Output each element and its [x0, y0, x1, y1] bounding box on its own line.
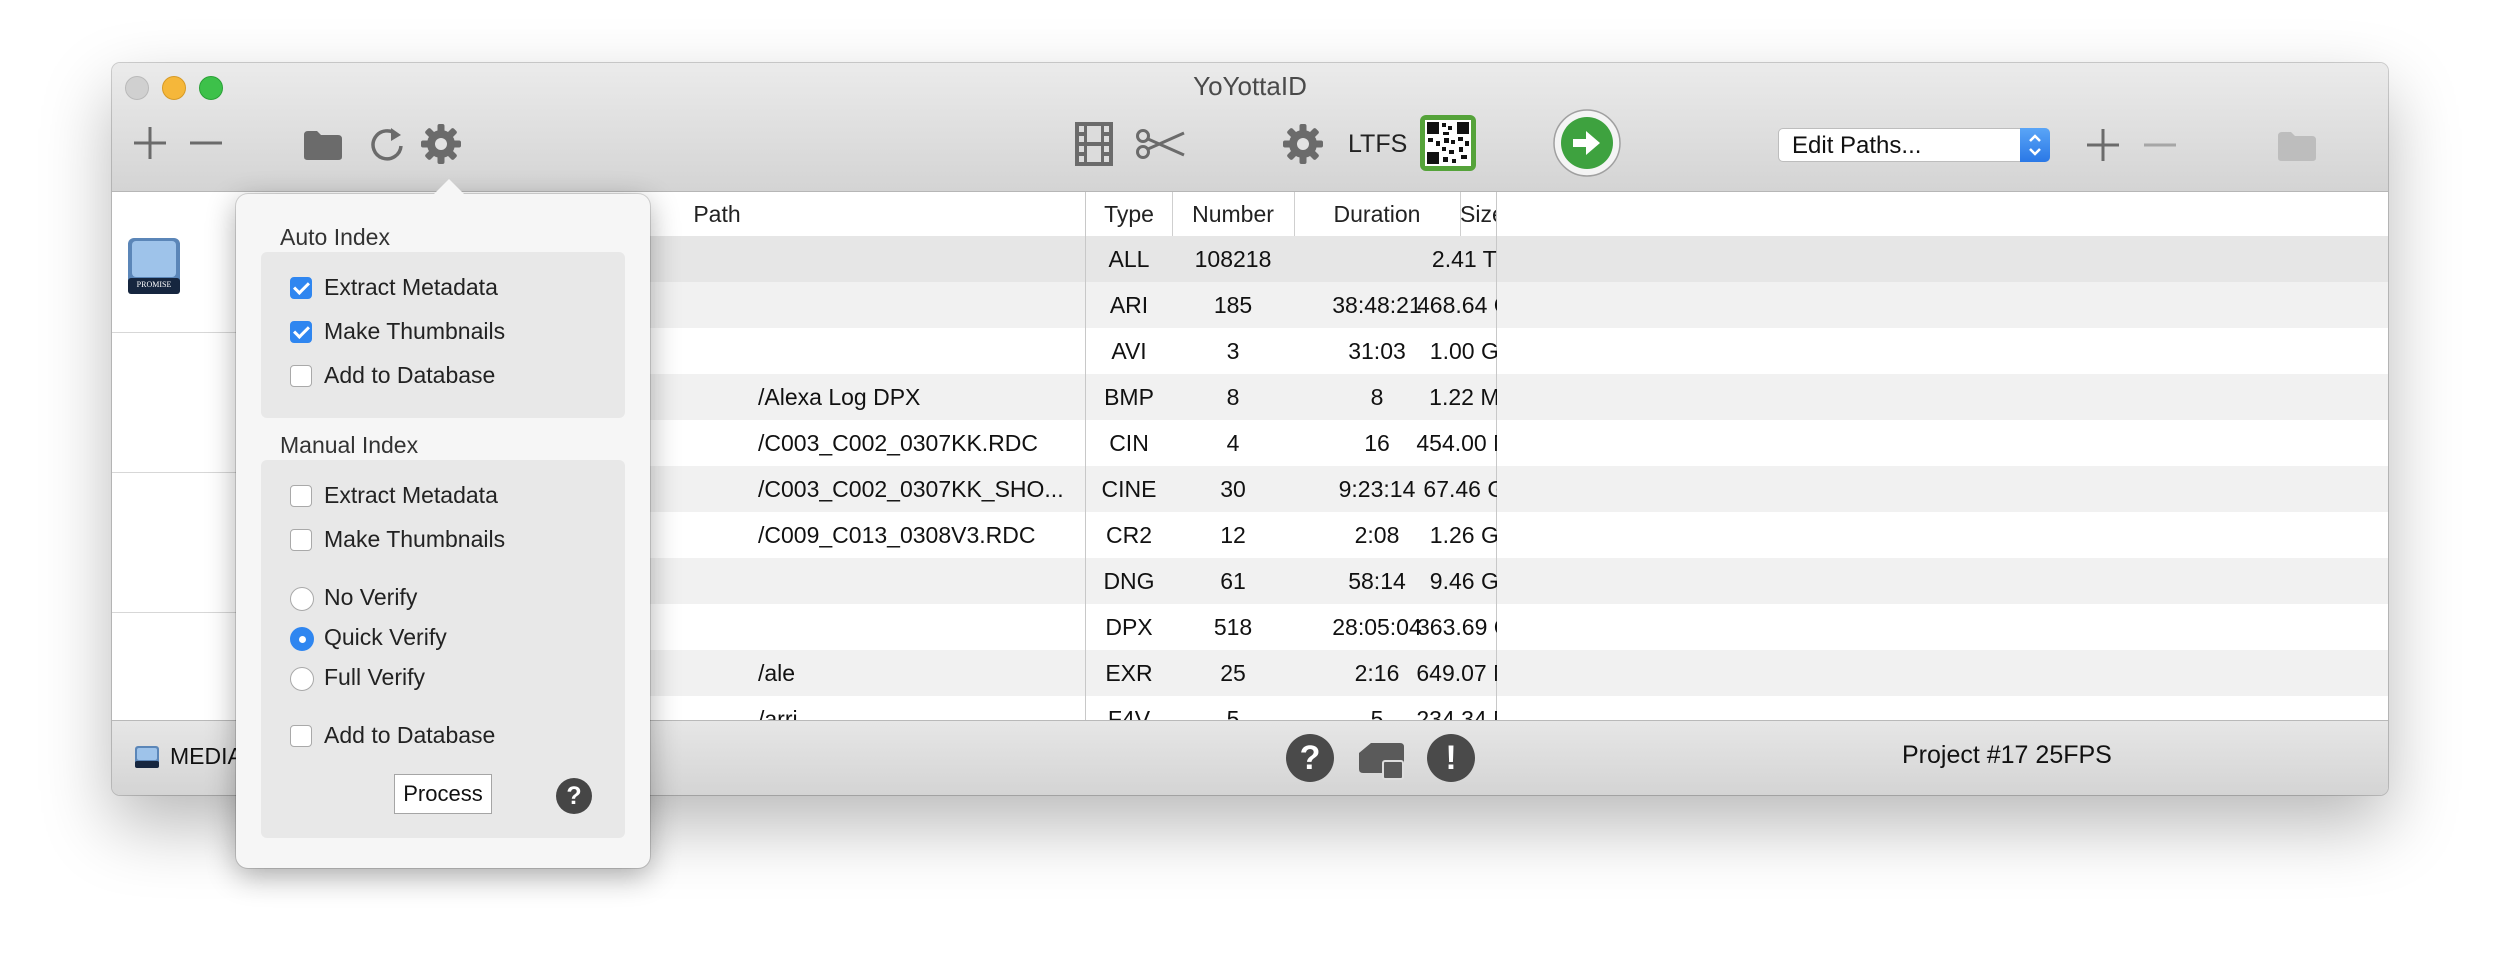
checkbox-label: Extract Metadata — [324, 482, 498, 508]
add-icon[interactable] — [132, 125, 168, 161]
cell-size: 454.00 MB — [1416, 430, 1497, 456]
cell-type: DPX — [1105, 614, 1153, 640]
manual-index-title: Manual Index — [280, 432, 419, 458]
window-title: YoYottaID — [1193, 71, 1307, 101]
cell-type: F4V — [1107, 706, 1151, 720]
title-toolbar: YoYottaID LTFS Edit Paths... — [112, 63, 2388, 192]
checkbox-label: Make Thumbnails — [324, 318, 506, 344]
index-settings-popover: Auto Index Extract Metadata Make Thumbna… — [236, 179, 650, 868]
cell-size: 67.46 GB — [1423, 476, 1497, 502]
checkbox[interactable] — [290, 365, 312, 387]
media-label: MEDIA — [170, 743, 243, 769]
qr-code-icon[interactable] — [1420, 115, 1476, 171]
remove-icon[interactable] — [2142, 127, 2178, 163]
cell-size: 1.26 GB — [1429, 522, 1497, 548]
checkbox-label: Add to Database — [324, 722, 496, 748]
column-separator — [1172, 192, 1173, 236]
cell-size: 9.46 GB — [1429, 568, 1497, 594]
cell-number: 518 — [1213, 614, 1253, 640]
cell-type: ALL — [1108, 246, 1150, 272]
cell-type: ARI — [1109, 292, 1149, 318]
cell-size: 1.22 MB — [1429, 384, 1497, 410]
cell-size: 2.41 TB — [1431, 246, 1497, 272]
cell-size: 234.34 MB — [1416, 706, 1497, 720]
cell-type: AVI — [1111, 338, 1147, 364]
cell-type: CIN — [1109, 430, 1149, 456]
cell-number: 3 — [1226, 338, 1240, 364]
scissors-icon[interactable] — [1134, 129, 1188, 159]
chevron-updown-icon — [2020, 128, 2050, 162]
cell-size: 649.07 MB — [1416, 660, 1497, 686]
drive-icon[interactable]: PROMISE — [126, 236, 182, 296]
drive-eject-icon[interactable] — [1356, 739, 1406, 786]
radio-label: Full Verify — [324, 664, 425, 690]
column-separator — [1294, 192, 1295, 236]
cell-type: DNG — [1103, 568, 1155, 594]
column-header-size[interactable]: Size — [1460, 192, 1497, 236]
radio-button[interactable] — [290, 627, 314, 651]
radio-label: No Verify — [324, 584, 418, 610]
gear-icon[interactable] — [1282, 123, 1324, 165]
cell-number: 12 — [1220, 522, 1246, 548]
popover-arrow — [432, 179, 466, 196]
refresh-icon[interactable] — [367, 124, 407, 164]
cell-type: CR2 — [1105, 522, 1152, 548]
checkbox[interactable] — [290, 321, 312, 343]
ltfs-label: LTFS — [1348, 130, 1408, 158]
go-arrow-icon[interactable] — [1552, 108, 1622, 178]
cell-type: EXR — [1105, 660, 1153, 686]
cell-number: 30 — [1220, 476, 1246, 502]
cell-number: 4 — [1226, 430, 1240, 456]
drive-icon — [134, 745, 160, 769]
checkbox-label: Add to Database — [324, 362, 496, 388]
help-icon[interactable]: ? — [556, 778, 592, 814]
film-icon[interactable] — [1074, 121, 1114, 167]
gear-icon[interactable] — [420, 123, 462, 165]
checkbox-label: Extract Metadata — [324, 274, 498, 300]
cell-type: BMP — [1104, 384, 1154, 410]
checkbox[interactable] — [290, 485, 312, 507]
cell-size: 1.00 GB — [1429, 338, 1497, 364]
radio-label: Quick Verify — [324, 624, 447, 650]
project-label: Project #17 25FPS — [1902, 741, 2112, 769]
help-icon[interactable]: ? — [1286, 734, 1334, 782]
cell-number: 185 — [1213, 292, 1253, 318]
checkbox[interactable] — [290, 277, 312, 299]
column-header-number[interactable]: Number — [1172, 192, 1294, 236]
radio-button[interactable] — [290, 667, 314, 691]
add-icon[interactable] — [2085, 127, 2121, 163]
drive-label: PROMISE — [136, 280, 172, 289]
remove-icon[interactable] — [188, 125, 224, 161]
cell-size: 468.64 GB — [1417, 292, 1497, 318]
edit-paths-value: Edit Paths... — [1792, 132, 1922, 159]
cell-number: 25 — [1220, 660, 1246, 686]
alert-icon[interactable]: ! — [1427, 734, 1475, 782]
cell-number: 108218 — [1194, 246, 1272, 272]
column-header-duration[interactable]: Duration — [1294, 192, 1460, 236]
checkbox[interactable] — [290, 725, 312, 747]
cell-number: 5 — [1226, 706, 1240, 720]
auto-index-title: Auto Index — [280, 224, 390, 250]
cell-type: CINE — [1101, 476, 1157, 502]
column-separator — [1460, 192, 1461, 236]
checkbox-label: Make Thumbnails — [324, 526, 506, 552]
cell-number: 8 — [1226, 384, 1240, 410]
edit-paths-select[interactable]: Edit Paths... — [1778, 128, 2050, 162]
cell-number: 61 — [1220, 568, 1246, 594]
column-header-type[interactable]: Type — [1086, 192, 1172, 236]
folder-icon[interactable] — [302, 129, 344, 161]
folder-icon[interactable] — [2276, 130, 2318, 162]
checkbox[interactable] — [290, 529, 312, 551]
cell-size: 363.69 GB — [1417, 614, 1497, 640]
process-button[interactable]: Process — [394, 774, 492, 814]
radio-button[interactable] — [290, 587, 314, 611]
